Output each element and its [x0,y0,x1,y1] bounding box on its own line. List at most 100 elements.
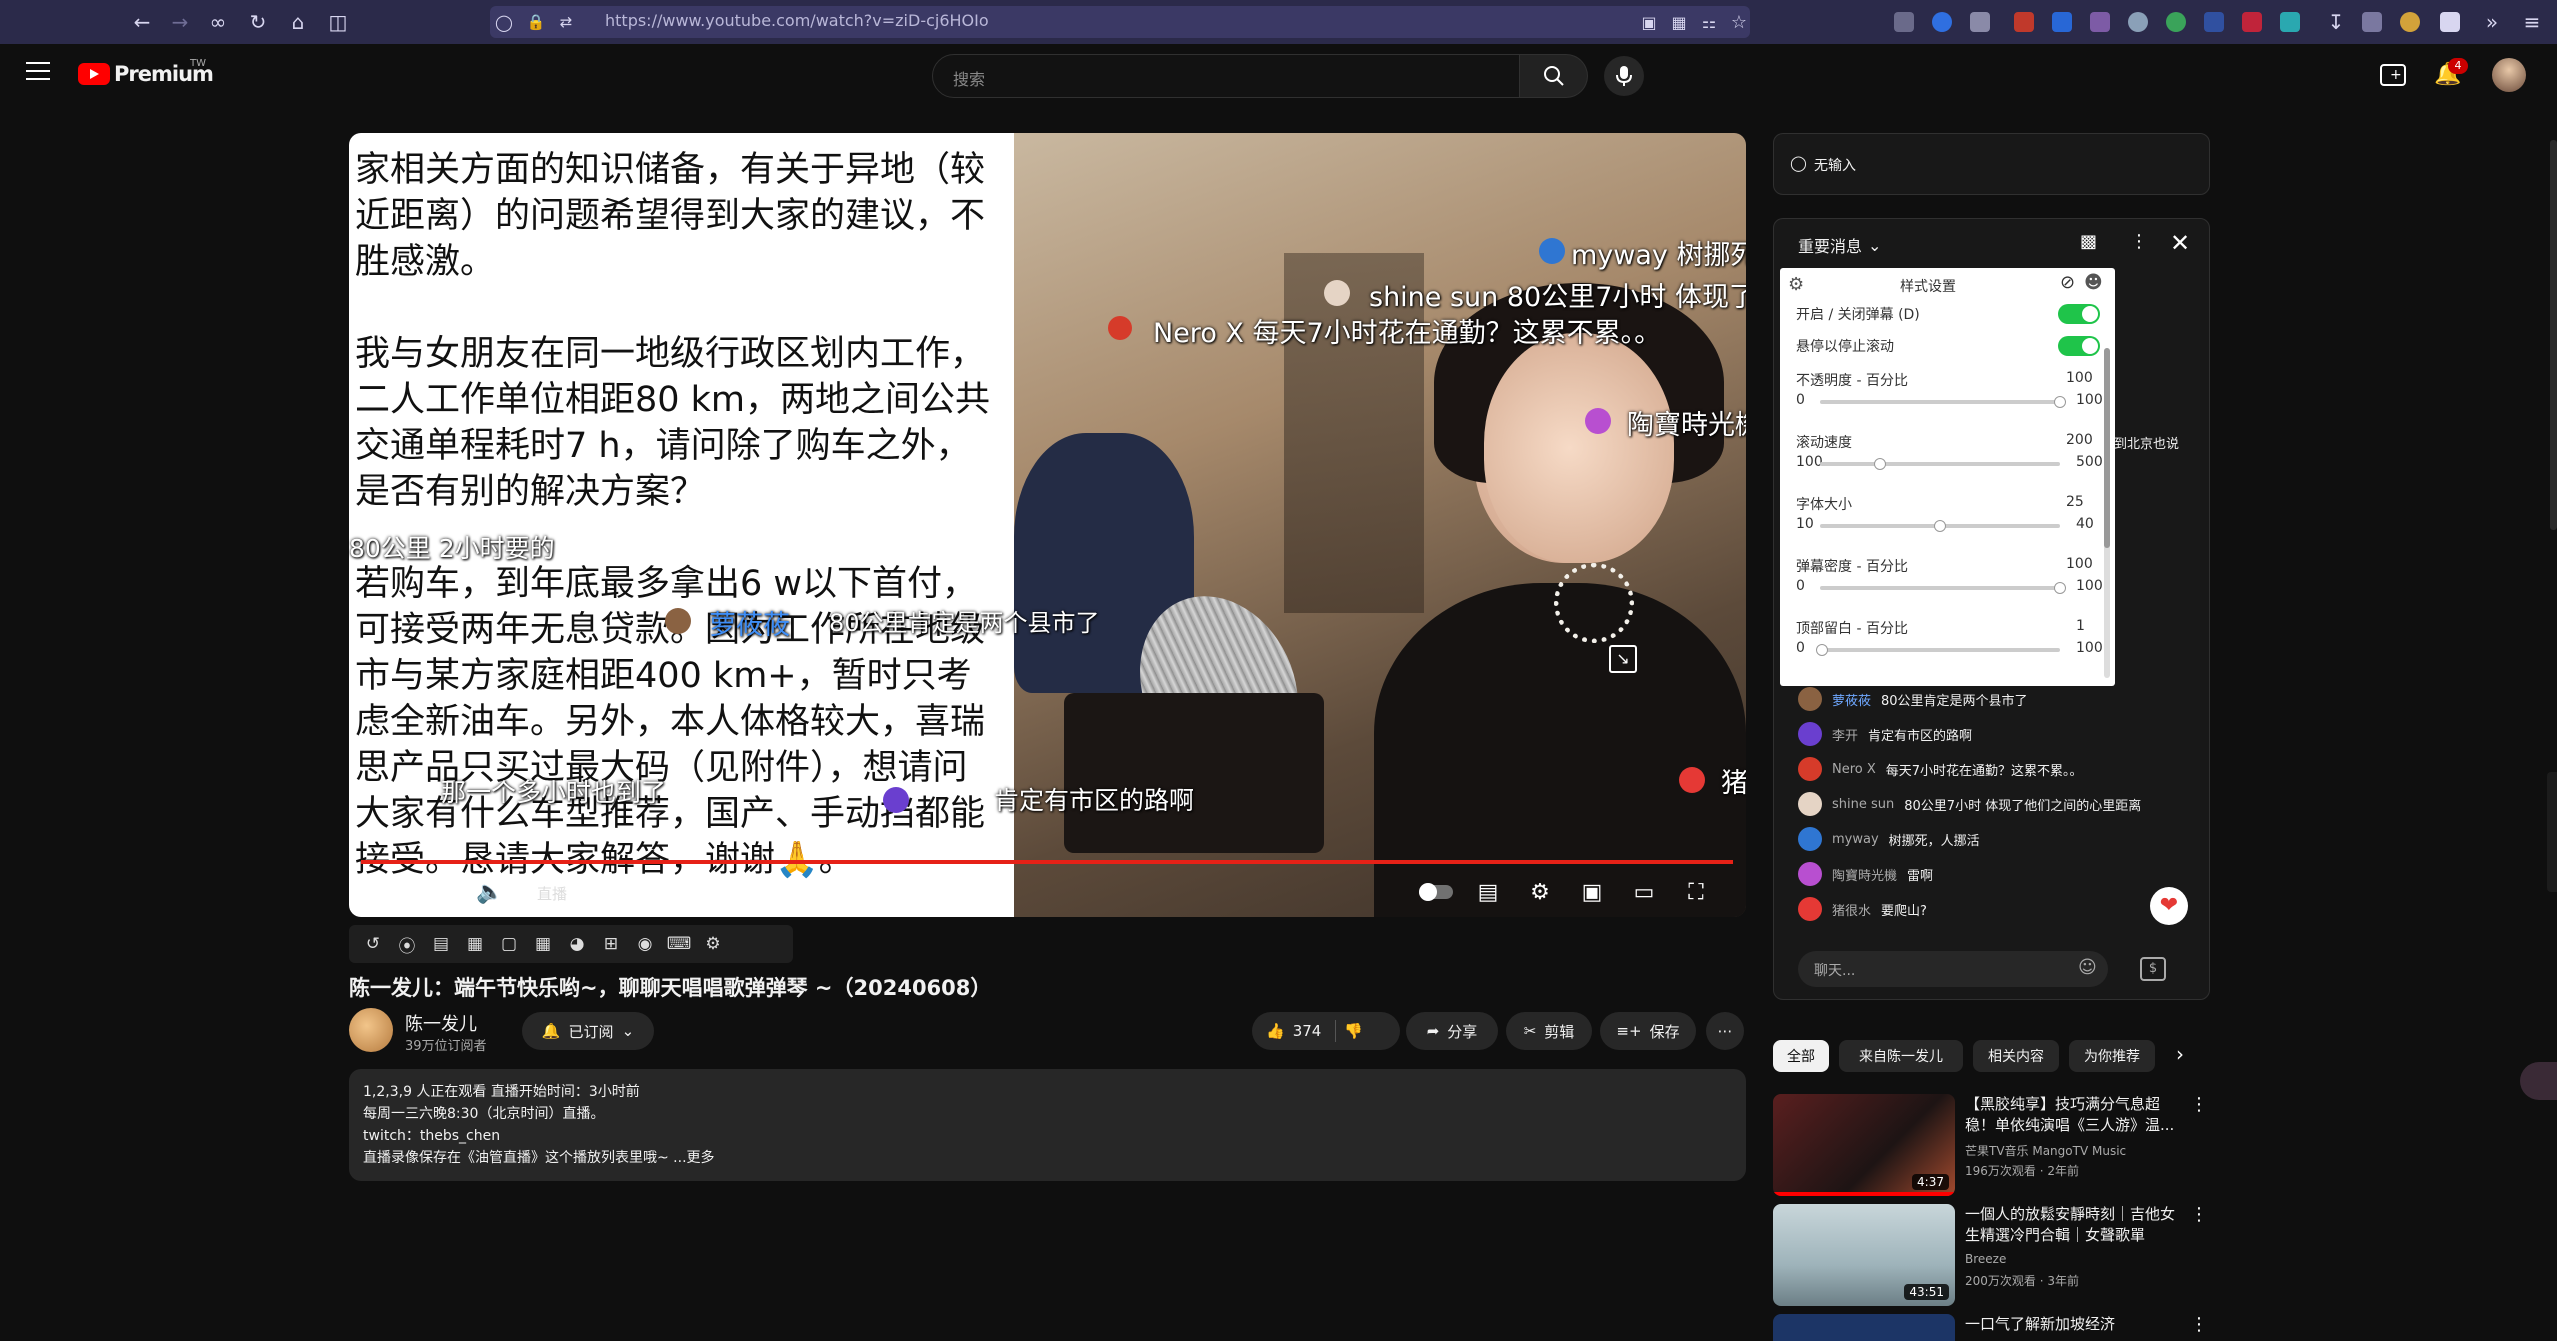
slider-knob[interactable] [2054,582,2066,594]
extensions-puzzle-icon[interactable] [2362,12,2382,32]
recommendation-thumbnail[interactable]: 4:37 [1773,1094,1955,1196]
slider-knob[interactable] [1816,644,1829,656]
recommendation-title[interactable]: 一口气了解新加坡经济 [1965,1314,2185,1335]
recommendation-channel[interactable]: Breeze [1965,1252,2006,1266]
dislike-button[interactable]: 👎 [1344,1022,1363,1040]
extension-icon[interactable] [2242,12,2262,32]
slider-knob[interactable] [2054,396,2066,408]
channel-name[interactable]: 陈一发儿 [405,1010,477,1036]
infinity-icon[interactable]: ∞ [204,8,232,36]
chat-message[interactable]: Nero X 每天7小时花在通勤？这累不累。。 [1798,754,2083,784]
keyboard-icon[interactable]: ⌨ [667,932,692,956]
slider-knob[interactable] [1934,520,1946,532]
super-chat-icon[interactable]: $ [2140,957,2166,981]
slider-track[interactable] [1820,462,2060,466]
radio-icon[interactable]: ⦿ [395,932,419,957]
chat-message[interactable]: 萝莜莜 80公里肯定是两个县市了 [1798,684,2028,714]
save-button[interactable]: ≡+ 保存 [1600,1012,1696,1050]
add-icon[interactable]: ⊞ [599,932,623,956]
more-vertical-icon[interactable]: ⋮ [2190,1314,2208,1335]
url-field[interactable]: ◯ 🔒 ⇄ https://www.youtube.com/watch?v=zi… [490,6,1750,38]
chat-message[interactable]: myway 树挪死，人挪活 [1798,824,1980,854]
shield-icon[interactable]: ◯ [490,8,518,36]
chat-stats-icon[interactable]: ▩ [2080,231,2097,252]
account-avatar[interactable] [2492,58,2526,92]
permissions-icon[interactable]: ⇄ [552,8,580,36]
menu-icon[interactable]: ≡ [2518,8,2546,36]
subscribed-button[interactable]: 🔔 已订阅 ⌄ [522,1012,654,1050]
more-vertical-icon[interactable]: ⋮ [2190,1204,2208,1225]
subtitles-icon[interactable]: ▤ [1471,875,1505,909]
chat-input[interactable]: 聊天... ☺ [1798,951,2108,987]
chip-related[interactable]: 相关内容 [1973,1040,2059,1072]
download-icon[interactable]: ↧ [2322,8,2350,36]
autoplay-toggle[interactable] [1419,875,1453,909]
slider-knob[interactable] [1874,458,1886,470]
extension-icon[interactable] [2400,12,2420,32]
home-icon[interactable]: ⌂ [284,8,312,36]
bookmark-star-icon[interactable]: ☆ [1725,8,1753,36]
volume-button[interactable]: 🔈 [473,875,507,909]
popup-scrollbar[interactable] [2104,348,2110,678]
recommendation-thumbnail[interactable]: 43:51 [1773,1204,1955,1306]
chat-message[interactable]: shine sun 80公里7小时 体现了他们之间的心里距离 [1798,789,2141,819]
emoji-icon[interactable]: ☺ [2078,957,2097,978]
heart-reaction-icon[interactable]: ❤ [2150,887,2188,925]
miniplayer-icon[interactable]: ▣ [1575,875,1609,909]
description-line[interactable]: 直播录像保存在《油管直播》这个播放列表里哦~ ...更多 [363,1147,715,1167]
extension-icon[interactable] [2440,12,2460,32]
cinema-icon[interactable]: ▦ [463,932,487,956]
more-vertical-icon[interactable]: ⋮ [2190,1094,2208,1115]
fullscreen-hint-icon[interactable]: ↘ [1609,645,1637,673]
recommendation-title[interactable]: 【黑胶纯享】技巧满分气息超稳！单依纯演唱《三人游》温... [1965,1094,2185,1136]
chevron-right-icon[interactable]: › [2176,1042,2184,1066]
bing-icon[interactable] [2052,12,2072,32]
guide-menu-icon[interactable] [26,62,50,80]
extension-icon[interactable] [2280,12,2300,32]
hover-pause-toggle[interactable] [2058,336,2100,356]
create-video-icon[interactable]: + [2380,64,2406,86]
voice-search-button[interactable] [1604,56,1644,96]
more-actions-button[interactable]: ⋯ [1706,1012,1744,1050]
chevrons-right-icon[interactable]: » [2478,8,2506,36]
loop-icon[interactable]: ↺ [361,932,385,956]
slider-track[interactable] [1820,586,2060,590]
danmaku-toggle[interactable] [2058,304,2100,324]
extension-icon[interactable] [2166,12,2186,32]
close-icon[interactable]: ✕ [2170,229,2190,257]
user-icon[interactable]: ☻ [2084,272,2103,293]
video-player[interactable]: ↘ 家相关方面的知识储备，有关于异地（较 近距离）的问题希望得到大家的建议，不 … [349,133,1746,917]
description-box[interactable]: 1,2,3,9 人正在观看 直播开始时间：3小时前 每周一三六晚8:30（北京时… [349,1069,1746,1181]
live-badge[interactable]: 直播 [537,883,567,904]
recommendation-title[interactable]: 一個人的放鬆安靜時刻｜吉他女生精選冷門合輯｜女聲歌單 [1965,1204,2185,1246]
camera-icon[interactable]: ◉ [633,932,657,956]
disable-icon[interactable]: ⊘ [2060,272,2075,293]
next-button[interactable]: ⏭ [421,875,455,909]
theater-mode-icon[interactable]: ▭ [1627,875,1661,909]
more-vertical-icon[interactable]: ⋮ [2130,231,2148,252]
floating-assistant-button[interactable] [2520,1062,2557,1100]
cloud-icon[interactable] [2128,12,2148,32]
fullscreen-icon[interactable]: ⛶ [1679,875,1713,909]
chat-message[interactable]: 李开 肯定有市区的路啊 [1798,719,1972,749]
chat-message[interactable]: 陶寶時光機 雷啊 [1798,859,1933,889]
settings-gear-icon[interactable]: ⚙ [1523,875,1557,909]
speed-icon[interactable]: ◕ [565,932,589,956]
chip-for-you[interactable]: 为你推荐 [2069,1040,2155,1072]
settings-gear-icon[interactable]: ⚙ [1788,274,1804,295]
reload-icon[interactable]: ↻ [244,8,272,36]
back-icon[interactable]: ← [128,8,156,36]
clip-button[interactable]: ✂ 剪辑 [1506,1012,1592,1050]
lock-icon[interactable]: 🔒 [522,8,550,36]
chat-message[interactable]: 猪很水 要爬山? [1798,894,1927,924]
gear-icon[interactable]: ⚙ [701,932,725,956]
playlist-icon[interactable]: ▤ [429,932,453,956]
channel-avatar[interactable] [349,1008,393,1052]
page-scrollbar[interactable] [2550,140,2557,530]
youtube-logo-icon[interactable] [78,63,110,85]
chat-filter-dropdown[interactable]: 重要消息 ⌄ [1798,233,1881,257]
recommendation-thumbnail[interactable] [1773,1314,1955,1341]
url-text[interactable]: https://www.youtube.com/watch?v=ziD-cj6H… [605,11,989,30]
search-input[interactable]: 搜索 [932,54,1520,98]
extension-icon[interactable] [2204,12,2224,32]
